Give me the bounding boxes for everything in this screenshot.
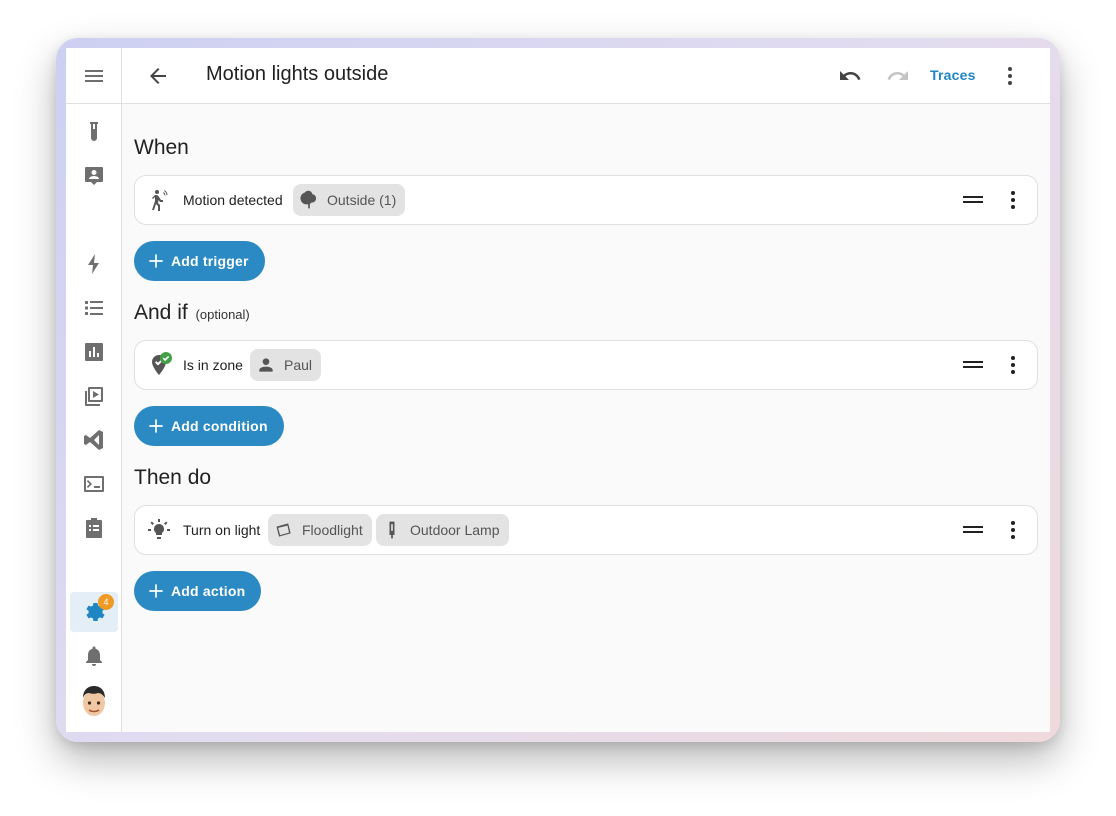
settings-badge: 4: [98, 594, 114, 610]
conditions-heading: And if (optional): [134, 301, 250, 325]
conditions-heading-text: And if: [134, 301, 188, 324]
user-avatar-icon: [75, 682, 113, 720]
drag-handle-icon[interactable]: [963, 196, 983, 206]
add-trigger-label: Add trigger: [171, 253, 249, 269]
sidebar-item-logbook[interactable]: [70, 508, 118, 548]
action-row[interactable]: Turn on light Floodlight Outdoor Lamp: [134, 505, 1038, 555]
triggers-heading-text: When: [134, 136, 189, 159]
plus-icon: [149, 254, 163, 268]
sidebar-item-test[interactable]: [70, 112, 118, 152]
sidebar-item-history[interactable]: [70, 332, 118, 372]
back-button[interactable]: [138, 56, 178, 96]
device-chip-floodlight[interactable]: Floodlight: [268, 514, 372, 546]
outdoor-lamp-icon: [389, 521, 395, 539]
app-window: 4 Motion lights outside Traces When Moti…: [66, 48, 1050, 732]
sidebar: 4: [66, 48, 122, 732]
account-box-icon: [85, 167, 103, 185]
add-condition-label: Add condition: [171, 418, 268, 434]
person-chip-label: Paul: [284, 357, 313, 373]
add-action-label: Add action: [171, 583, 246, 599]
drag-handle-icon[interactable]: [963, 361, 983, 371]
bar-chart-icon: [85, 343, 103, 361]
trigger-description: Motion detected: [183, 192, 283, 208]
actions-heading: Then do: [134, 466, 211, 490]
dots-vertical-icon: [1011, 521, 1015, 539]
person-icon: [259, 358, 273, 372]
person-chip-paul[interactable]: Paul: [250, 349, 322, 381]
list-icon: [85, 301, 103, 315]
overflow-menu-button[interactable]: [990, 56, 1030, 96]
traces-button[interactable]: Traces: [930, 67, 976, 83]
dots-vertical-icon: [1008, 67, 1012, 85]
redo-icon: [887, 71, 908, 80]
map-marker-check-icon: [147, 352, 172, 377]
avatar[interactable]: [75, 682, 113, 720]
clipboard-icon: [86, 518, 102, 538]
media-play-icon: [85, 387, 103, 406]
test-tube-icon: [90, 122, 98, 141]
device-chip-outdoor-lamp[interactable]: Outdoor Lamp: [376, 514, 509, 546]
sidebar-item-account[interactable]: [70, 156, 118, 196]
tree-icon: [300, 190, 317, 209]
action-more-button[interactable]: [1001, 518, 1025, 542]
floodlight-chip-label: Floodlight: [302, 522, 363, 538]
plus-icon: [149, 584, 163, 598]
page-title: Motion lights outside: [206, 63, 389, 85]
arrow-left-icon: [150, 68, 166, 84]
terminal-icon: [84, 476, 104, 492]
add-trigger-button[interactable]: Add trigger: [134, 241, 265, 281]
top-app-bar: Motion lights outside Traces: [122, 48, 1050, 104]
triggers-heading: When: [134, 136, 189, 160]
sidebar-item-list[interactable]: [70, 288, 118, 328]
sidebar-item-vscode[interactable]: [70, 420, 118, 460]
redo-button[interactable]: [878, 56, 918, 96]
dots-vertical-icon: [1011, 191, 1015, 209]
bell-icon: [86, 646, 102, 666]
undo-button[interactable]: [830, 56, 870, 96]
menu-icon: [85, 70, 103, 82]
flash-icon: [88, 254, 99, 274]
sidebar-header: [66, 48, 122, 104]
conditions-optional-note: (optional): [195, 307, 250, 322]
lightbulb-icon: [147, 518, 171, 542]
condition-more-button[interactable]: [1001, 353, 1025, 377]
sidebar-item-settings[interactable]: 4: [70, 592, 118, 632]
sidebar-item-notifications[interactable]: [70, 636, 118, 676]
vscode-icon: [84, 430, 103, 450]
sidebar-item-terminal[interactable]: [70, 464, 118, 504]
trigger-more-button[interactable]: [1001, 188, 1025, 212]
actions-heading-text: Then do: [134, 466, 212, 489]
sidebar-item-automations[interactable]: [70, 244, 118, 284]
area-chip-outside[interactable]: Outside (1): [293, 184, 406, 216]
action-description: Turn on light: [183, 522, 261, 538]
sidebar-item-media[interactable]: [70, 376, 118, 416]
menu-button[interactable]: [70, 56, 118, 96]
add-action-button[interactable]: Add action: [134, 571, 262, 611]
add-condition-button[interactable]: Add condition: [134, 406, 284, 446]
condition-description: Is in zone: [183, 357, 243, 373]
condition-row[interactable]: Is in zone Paul: [134, 340, 1038, 390]
drag-handle-icon[interactable]: [963, 526, 983, 536]
outdoor-lamp-chip-label: Outdoor Lamp: [410, 522, 500, 538]
motion-sensor-icon: [147, 188, 171, 212]
plus-icon: [149, 419, 163, 433]
trigger-row[interactable]: Motion detected Outside (1): [134, 175, 1038, 225]
floodlight-icon: [276, 523, 291, 537]
area-chip-label: Outside (1): [327, 192, 397, 208]
undo-icon: [840, 71, 861, 80]
dots-vertical-icon: [1011, 356, 1015, 374]
